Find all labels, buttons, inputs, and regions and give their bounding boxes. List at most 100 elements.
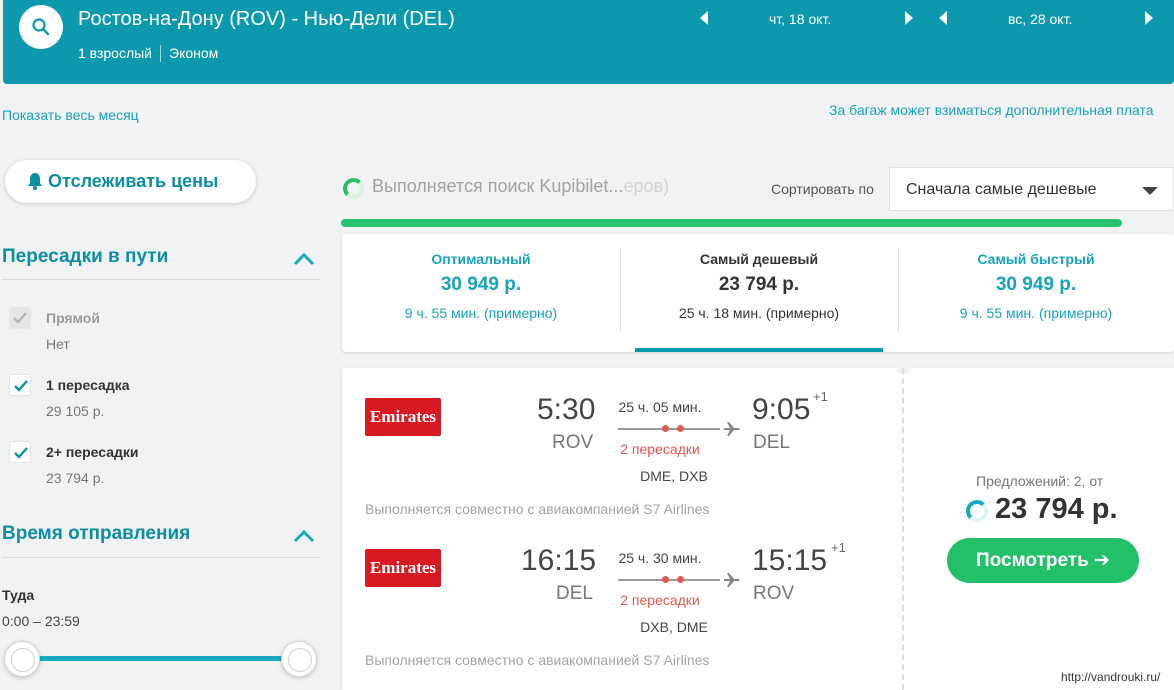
search-header: Ростов-на-Дону (ROV) - Нью-Дели (DEL) 1 … xyxy=(3,0,1174,84)
sort-select[interactable]: Сначала самые дешевые xyxy=(889,167,1174,211)
flight-duration: 25 ч. 05 мин. xyxy=(618,399,702,415)
operated-by: Выполняется совместно с авиакомпанией S7… xyxy=(365,652,710,668)
departure-time: 5:30 xyxy=(537,393,596,426)
airline-logo: Emirates xyxy=(365,549,441,587)
arrival-airport: DEL xyxy=(753,432,790,453)
stop-dot xyxy=(662,425,669,432)
route-line xyxy=(618,428,720,430)
route-title[interactable]: Ростов-на-Дону (ROV) - Нью-Дели (DEL) xyxy=(78,8,455,31)
search-status: Выполняется поиск Kupibilet...еров) xyxy=(372,176,669,197)
passengers-label: 1 взрослый xyxy=(78,45,152,61)
check-icon xyxy=(13,312,27,324)
stops-filter-title[interactable]: Пересадки в пути xyxy=(2,246,168,268)
tab-title: Оптимальный xyxy=(431,251,531,267)
time-slider-track[interactable] xyxy=(22,656,298,661)
divider xyxy=(2,279,320,280)
depart-date[interactable]: чт, 18 окт. xyxy=(769,11,831,27)
stop-airports: DME, DXB xyxy=(640,468,708,484)
search-button[interactable] xyxy=(19,5,63,49)
option-direct-label: Прямой xyxy=(46,310,100,326)
route-line xyxy=(618,579,720,581)
checkbox-two-plus-stops[interactable] xyxy=(9,441,31,463)
bell-icon xyxy=(28,173,42,190)
stops-count: 2 пересадки xyxy=(620,592,700,608)
plane-icon xyxy=(724,422,740,436)
departure-airport: ROV xyxy=(552,432,594,453)
tab-optimal[interactable]: Оптимальный 30 949 р. 9 ч. 55 мин. (прим… xyxy=(342,234,620,352)
view-offer-button[interactable]: Посмотреть ➔ xyxy=(947,538,1139,583)
stop-dot xyxy=(677,576,684,583)
airline-logo: Emirates xyxy=(365,398,441,436)
chevron-up-icon[interactable] xyxy=(293,252,315,266)
track-prices-button[interactable]: Отслеживать цены xyxy=(5,160,256,203)
search-progress-bar xyxy=(341,219,1122,227)
operated-by: Выполняется совместно с авиакомпанией S7… xyxy=(365,501,710,517)
loading-spinner-icon xyxy=(343,178,364,199)
divider xyxy=(160,45,161,62)
flight-result-card[interactable]: Emirates 5:30 ROV 25 ч. 05 мин. 2 переса… xyxy=(342,361,1174,690)
tab-duration: 9 ч. 55 мин. (примерно) xyxy=(404,305,558,321)
option-direct-price: Нет xyxy=(46,336,70,352)
return-next-arrow-icon[interactable] xyxy=(1145,11,1153,25)
active-tab-indicator xyxy=(635,348,883,352)
tab-fastest[interactable]: Самый быстрый 30 949 р. 9 ч. 55 мин. (пр… xyxy=(898,234,1174,352)
tab-title: Самый дешевый xyxy=(699,251,819,267)
sort-value: Сначала самые дешевые xyxy=(906,181,1097,198)
tab-price: 30 949 р. xyxy=(440,274,522,295)
sort-label: Сортировать по xyxy=(771,181,874,197)
loading-spinner-icon xyxy=(966,500,988,522)
time-slider-min-handle[interactable] xyxy=(4,641,40,677)
arrival-airport: ROV xyxy=(753,583,795,604)
depart-prev-arrow-icon[interactable] xyxy=(700,11,708,25)
depart-next-arrow-icon[interactable] xyxy=(905,11,913,25)
search-icon xyxy=(32,18,50,36)
departure-time-title[interactable]: Время отправления xyxy=(2,523,190,545)
offers-count: Предложений: 2, от xyxy=(976,473,1104,489)
watermark: http://vandrouki.ru/ xyxy=(1061,670,1161,684)
departure-time: 16:15 xyxy=(521,544,597,577)
direction-label: Туда xyxy=(2,587,35,603)
next-day-indicator: +1 xyxy=(831,540,846,555)
return-prev-arrow-icon[interactable] xyxy=(939,11,947,25)
divider xyxy=(902,368,904,690)
plane-icon xyxy=(724,573,740,587)
cabin-label: Эконом xyxy=(169,45,219,61)
option-two-plus-price: 23 794 р. xyxy=(46,470,105,486)
tab-cheapest[interactable]: Самый дешевый 23 794 р. 25 ч. 18 мин. (п… xyxy=(620,234,898,352)
departure-airport: DEL xyxy=(556,583,593,604)
check-icon xyxy=(14,380,28,392)
stops-count: 2 пересадки xyxy=(620,441,700,457)
baggage-note-link[interactable]: За багаж может взиматься дополнительная … xyxy=(829,102,1154,118)
tab-price: 23 794 р. xyxy=(718,274,800,295)
track-prices-label: Отслеживать цены xyxy=(48,171,219,191)
time-range-label: 0:00 – 23:59 xyxy=(2,613,80,629)
passengers-cabin[interactable]: 1 взрослый Эконом xyxy=(78,45,218,62)
stop-airports: DXB, DME xyxy=(640,619,708,635)
time-slider-max-handle[interactable] xyxy=(281,641,317,677)
option-one-stop-label[interactable]: 1 пересадка xyxy=(46,377,130,393)
checkbox-direct xyxy=(9,307,31,329)
result-price: 23 794 р. xyxy=(995,493,1118,525)
stop-dot xyxy=(662,576,669,583)
arrival-time: 15:15 xyxy=(752,544,828,577)
tab-title: Самый быстрый xyxy=(977,251,1095,267)
tab-duration: 25 ч. 18 мин. (примерно) xyxy=(678,305,840,321)
next-day-indicator: +1 xyxy=(813,389,828,404)
caret-down-icon xyxy=(1142,187,1158,195)
tab-duration: 9 ч. 55 мин. (примерно) xyxy=(959,305,1113,321)
option-one-stop-price: 29 105 р. xyxy=(46,403,105,419)
tab-price: 30 949 р. xyxy=(995,274,1077,295)
search-status-faded: еров) xyxy=(623,176,670,196)
chevron-up-icon[interactable] xyxy=(293,529,315,543)
return-date[interactable]: вс, 28 окт. xyxy=(1008,11,1072,27)
check-icon xyxy=(14,447,28,459)
arrival-time: 9:05 xyxy=(752,393,811,426)
divider xyxy=(2,557,320,558)
show-month-link[interactable]: Показать весь месяц xyxy=(2,107,139,123)
checkbox-one-stop[interactable] xyxy=(9,374,31,396)
stop-dot xyxy=(677,425,684,432)
flight-duration: 25 ч. 30 мин. xyxy=(618,550,702,566)
sort-tabs: Оптимальный 30 949 р. 9 ч. 55 мин. (прим… xyxy=(342,234,1174,352)
option-two-plus-label[interactable]: 2+ пересадки xyxy=(46,444,139,460)
search-status-text: Выполняется поиск Kupibilet... xyxy=(372,176,624,196)
